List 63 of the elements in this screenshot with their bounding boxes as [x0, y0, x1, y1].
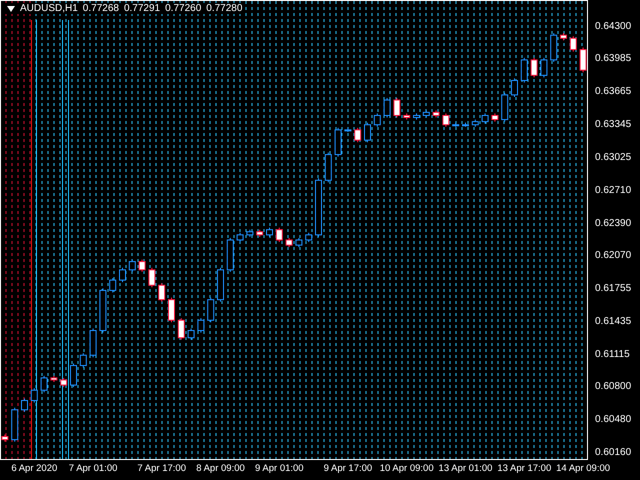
candle-wick	[572, 36, 574, 52]
candle-wick	[240, 232, 241, 243]
time-label: 6 Apr 2020	[11, 463, 58, 475]
price-label: 0.64300	[595, 20, 632, 33]
time-label: 13 Apr 01:00	[438, 463, 492, 475]
price-label: 0.61755	[595, 282, 632, 295]
candle-wick	[161, 282, 162, 302]
quote-value: 0.77280	[206, 3, 242, 14]
candle-wick	[24, 398, 25, 412]
symbol-label: AUDUSD,H1	[20, 3, 78, 14]
price-label: 0.60800	[595, 381, 632, 394]
candle-wick	[34, 388, 35, 404]
candle-wick	[269, 227, 270, 238]
candle-wick	[180, 318, 182, 340]
candle-wick	[82, 352, 84, 368]
candle-wick	[543, 57, 544, 78]
candle-wick	[484, 112, 486, 124]
candle-wick	[288, 237, 290, 248]
time-label: 13 Apr 17:00	[497, 463, 552, 475]
candle-wick	[190, 328, 192, 340]
quote-value: 0.77260	[165, 3, 202, 14]
price-label: 0.63345	[595, 119, 632, 132]
price-label: 0.63985	[595, 53, 632, 66]
dropdown-triangle-icon[interactable]	[7, 6, 15, 12]
candle-wick	[151, 267, 152, 288]
time-label: 10 Apr 09:00	[380, 463, 434, 475]
candle-wick	[112, 278, 114, 293]
time-label: 7 Apr 17:00	[137, 463, 186, 475]
candle-wick	[376, 112, 378, 128]
candle-wick	[142, 259, 143, 272]
price-label: 0.62070	[595, 250, 632, 262]
quote-value: 0.77268	[82, 3, 119, 14]
time-label: 9 Apr 17:00	[324, 463, 372, 475]
candle-wick	[63, 377, 64, 388]
candle-wick	[200, 318, 202, 334]
candle-wick	[44, 375, 45, 393]
candle-wick	[357, 127, 358, 143]
candle-wick	[534, 57, 535, 78]
price-label: 0.60160	[595, 447, 632, 459]
time-label: 7 Apr 01:00	[68, 463, 118, 475]
price-label: 0.62390	[595, 218, 632, 230]
candle-wick	[582, 47, 584, 73]
price-label: 0.60480	[595, 414, 632, 426]
price-label: 0.62710	[595, 184, 632, 197]
candle-wick	[514, 78, 515, 98]
time-label: 8 Apr 09:00	[196, 463, 245, 475]
quote-value: 0.77291	[124, 3, 160, 14]
price-label: 0.61435	[595, 316, 632, 328]
candle-wick	[210, 297, 212, 323]
price-label: 0.63025	[595, 152, 632, 164]
candle-wick	[445, 112, 446, 128]
candle-wick	[132, 259, 133, 272]
candle-wick	[278, 227, 280, 243]
price-label: 0.63665	[595, 86, 632, 98]
candle-wick	[524, 57, 525, 84]
candle-wick	[298, 237, 300, 248]
time-label: 14 Apr 09:00	[556, 463, 610, 475]
candle-wick	[122, 267, 123, 283]
candle-wick	[386, 97, 388, 118]
time-label: 9 Apr 01:00	[255, 463, 304, 475]
price-label: 0.61115	[595, 348, 630, 361]
candle-wick	[308, 232, 310, 243]
candle-wick	[396, 97, 398, 118]
